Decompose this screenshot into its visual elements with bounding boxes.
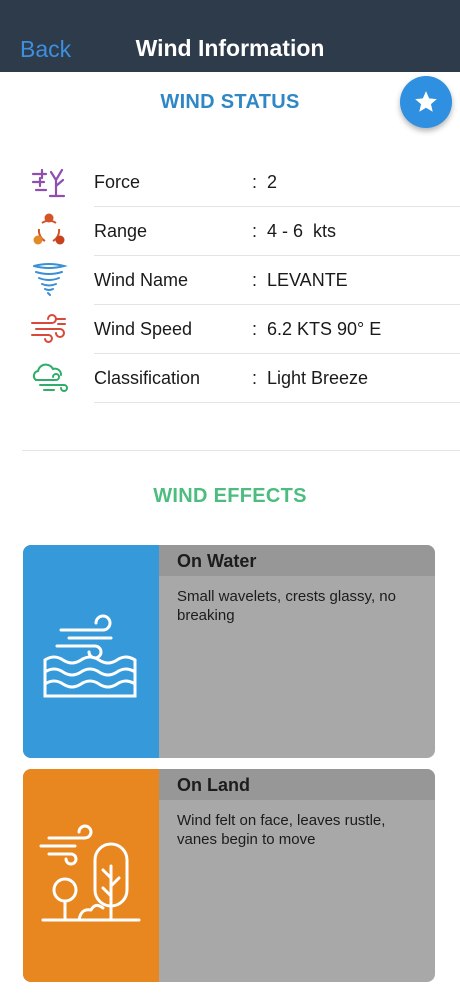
force-colon: : [252, 172, 258, 192]
on-land-card: On Land Wind felt on face, leaves rustle… [23, 769, 435, 982]
page-title: Wind Information [135, 35, 325, 61]
on-water-description: Small wavelets, crests glassy, no breaki… [177, 588, 396, 624]
wind-speed-icon [31, 314, 66, 343]
on-water-card: On Water Small wavelets, crests glassy, … [23, 545, 435, 758]
status-row-wind-name: Wind Name : LEVANTE [0, 256, 460, 305]
wind-speed-value: 6.2 KTS 90° E [267, 319, 382, 339]
wind-speed-colon: : [252, 319, 258, 339]
force-label: Force [94, 172, 141, 192]
wind-name-colon: : [252, 270, 258, 290]
waves-wind-icon [43, 614, 137, 697]
on-water-header: On Water [159, 545, 435, 576]
land-illustration [23, 769, 159, 982]
beaufort-force-icon [31, 168, 66, 198]
wind-status-title: WIND STATUS [160, 91, 300, 113]
status-row-force: Force : 2 [0, 158, 460, 207]
status-row-classification: Classification : Light Breeze [0, 354, 460, 403]
wind-effects-title: WIND EFFECTS [153, 485, 307, 507]
trees-wind-icon [39, 824, 141, 921]
wind-status-list: Force : 2 Range : 4 - 6 kts Wind Name: … [0, 158, 460, 403]
wind-name-value: LEVANTE [267, 270, 348, 290]
range-label: Range [94, 221, 148, 241]
classification-value: Light Breeze [267, 368, 369, 388]
status-row-wind-speed: Wind Speed : 6.2 KTS 90° E [0, 305, 460, 354]
section-divider [22, 450, 460, 451]
wind-name-label: Wind Name [94, 270, 189, 290]
on-land-heading: On Land [177, 775, 250, 795]
row-divider [94, 402, 460, 403]
water-illustration [23, 545, 159, 758]
cloud-wind-icon [32, 363, 68, 392]
classification-colon: : [252, 368, 258, 388]
range-colon: : [252, 221, 258, 241]
tornado-icon [33, 263, 68, 296]
on-water-heading: On Water [177, 551, 257, 571]
wind-speed-label: Wind Speed [94, 319, 193, 339]
range-value: 4 - 6 kts [267, 221, 337, 241]
status-row-range: Range : 4 - 6 kts [0, 207, 460, 256]
on-land-description: Wind felt on face, leaves rustle, vanes … [177, 812, 386, 848]
navigation-bar: Back Wind Information [0, 0, 460, 72]
classification-label: Classification [94, 368, 201, 388]
force-value: 2 [267, 172, 278, 192]
range-cycle-icon [33, 213, 65, 245]
on-land-header: On Land [159, 769, 435, 800]
